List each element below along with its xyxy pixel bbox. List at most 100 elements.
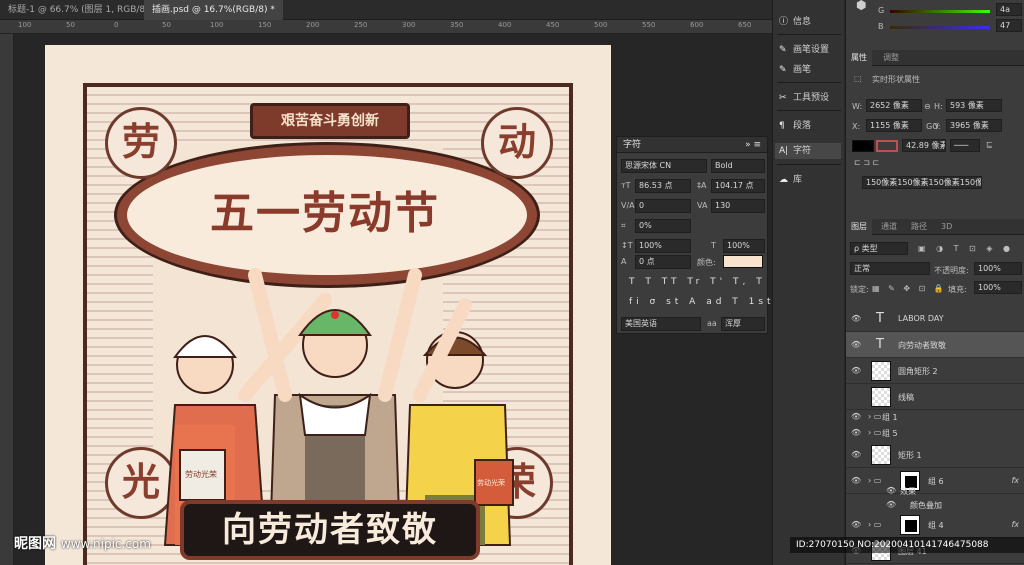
stroke-width-input[interactable]: 42.89 像素 bbox=[902, 139, 946, 152]
tab-paths[interactable]: 路径 bbox=[906, 219, 932, 235]
vertical-scale-input[interactable]: 100% bbox=[635, 239, 691, 253]
paragraph-icon: ¶ bbox=[779, 121, 785, 131]
layer-row[interactable]: 👁 › ▭ 组 1 bbox=[846, 410, 1024, 424]
layer-name: 颜色叠加 bbox=[910, 501, 942, 510]
dock-tool-presets[interactable]: ✂ 工具预设 bbox=[779, 90, 829, 103]
character-icon: A| bbox=[779, 146, 789, 156]
dock-paragraph[interactable]: ¶ 段落 bbox=[779, 118, 811, 131]
layer-row[interactable]: 👁 颜色叠加 bbox=[846, 498, 1024, 512]
eye-icon[interactable]: 👁 bbox=[851, 340, 861, 349]
corner-char-top-right: 动 bbox=[481, 107, 553, 179]
bottom-banner: 向劳动者致敬 bbox=[180, 500, 480, 560]
layer-row[interactable]: 👁 T LABOR DAY bbox=[846, 306, 1024, 332]
y-input[interactable]: 3965 像素 bbox=[946, 119, 1002, 132]
dock-brushes[interactable]: ✎ 画笔 bbox=[779, 62, 811, 75]
eye-icon[interactable]: 👁 bbox=[886, 500, 896, 509]
stroke-type-select[interactable]: ─── bbox=[950, 139, 980, 152]
folder-icon[interactable]: › ▭ bbox=[868, 520, 881, 529]
stroke-align-icon[interactable]: ⊑ bbox=[986, 140, 993, 149]
artwork-canvas[interactable]: 艰苦奋斗勇创新 五一劳动节 劳 动 光 荣 劳动光荣 劳动光荣 向劳动者致敬 bbox=[45, 45, 611, 565]
font-style-select[interactable]: Bold bbox=[711, 159, 765, 173]
folder-icon[interactable]: › ▭ bbox=[868, 412, 881, 421]
tab-layers[interactable]: 图层 bbox=[846, 219, 872, 235]
text-color-swatch[interactable] bbox=[723, 255, 763, 268]
b-value-input[interactable]: 47 bbox=[996, 19, 1022, 32]
tab-adjustments[interactable]: 调整 bbox=[878, 50, 904, 66]
font-family-select[interactable]: 思源宋体 CN bbox=[621, 159, 707, 173]
eye-icon[interactable]: 👁 bbox=[851, 314, 861, 323]
ruler-tick: 500 bbox=[594, 21, 608, 29]
x-label: X: bbox=[852, 122, 861, 131]
leading-input[interactable]: 104.17 点 bbox=[711, 179, 765, 193]
dock-character[interactable]: A| 字符 bbox=[775, 143, 841, 159]
layer-name: 矩形 1 bbox=[898, 451, 922, 460]
ruler-tick: 0 bbox=[114, 21, 119, 29]
link-radius-icon[interactable]: ⊏ ⊐ ⊏ bbox=[854, 158, 879, 167]
text-style-buttons[interactable]: T T TT Tr T' T, T T bbox=[629, 277, 782, 287]
height-input[interactable]: 593 像素 bbox=[946, 99, 1002, 112]
panel-menu-icon[interactable]: » ≡ bbox=[745, 137, 761, 153]
shape-stroke-swatch[interactable] bbox=[876, 140, 898, 152]
lock-label: 锁定: bbox=[850, 285, 869, 294]
layer-row[interactable]: 👁 › ▭ 组 4 fx bbox=[846, 512, 1024, 538]
layer-filter-icons[interactable]: ▣ ◑ T ⊡ ◈ ● bbox=[918, 244, 1014, 253]
ruler-tick: 400 bbox=[498, 21, 512, 29]
eye-icon[interactable]: 👁 bbox=[886, 486, 896, 495]
dock-info[interactable]: ⓘ 信息 bbox=[779, 14, 811, 27]
link-dimensions-icon[interactable]: ⊖ bbox=[924, 102, 931, 111]
dock-libraries[interactable]: ☁ 库 bbox=[779, 172, 802, 185]
eye-icon[interactable]: 👁 bbox=[851, 428, 861, 437]
layer-row[interactable]: 👁 › ▭ 组 5 bbox=[846, 426, 1024, 440]
tab-channels[interactable]: 通道 bbox=[876, 219, 902, 235]
eye-icon[interactable]: 👁 bbox=[851, 520, 861, 529]
font-size-input[interactable]: 86.53 点 bbox=[635, 179, 691, 193]
layer-row[interactable]: 👁 矩形 1 bbox=[846, 442, 1024, 468]
g-slider[interactable] bbox=[890, 10, 990, 13]
opentype-buttons[interactable]: fi σ st A ad T 1st ½ bbox=[629, 297, 794, 307]
layer-filter-select[interactable]: ρ 类型 bbox=[850, 242, 908, 255]
width-label: W: bbox=[852, 102, 863, 111]
shape-fill-swatch[interactable] bbox=[852, 140, 874, 152]
opacity-input[interactable]: 100% bbox=[974, 262, 1022, 275]
fx-icon[interactable]: fx bbox=[1011, 520, 1019, 529]
layer-row[interactable]: 👁 效果 bbox=[846, 484, 1024, 498]
eye-icon[interactable]: 👁 bbox=[851, 412, 861, 421]
info-icon: ⓘ bbox=[779, 17, 789, 27]
tab-document-2[interactable]: 插画.psd @ 16.7%(RGB/8) * bbox=[144, 0, 283, 20]
book-left-label: 劳动光荣 bbox=[185, 469, 217, 479]
eye-icon[interactable]: 👁 bbox=[851, 366, 861, 375]
antialias-select[interactable]: 浑厚 bbox=[721, 317, 765, 331]
language-select[interactable]: 美国英语 bbox=[621, 317, 701, 331]
fill-input[interactable]: 100% bbox=[974, 281, 1022, 294]
dock-brush-settings[interactable]: ✎ 画笔设置 bbox=[779, 42, 829, 55]
folder-icon[interactable]: › ▭ bbox=[868, 428, 881, 437]
tsume-input[interactable]: 0% bbox=[635, 219, 691, 233]
eye-icon[interactable]: 👁 bbox=[851, 450, 861, 459]
ruler-tick: 150 bbox=[258, 21, 272, 29]
tab-3d[interactable]: 3D bbox=[936, 219, 957, 235]
kerning-icon: V/A bbox=[621, 201, 635, 210]
tracking-input[interactable]: 130 bbox=[711, 199, 765, 213]
horizontal-scale-input[interactable]: 100% bbox=[723, 239, 765, 253]
layer-row[interactable]: 👁 T 向劳动者致敬 bbox=[846, 332, 1024, 358]
width-input[interactable]: 2652 像素 bbox=[866, 99, 922, 112]
character-panel[interactable]: 字符 » ≡ 思源宋体 CN Bold ᴛT 86.53 点 ‡A 104.17… bbox=[616, 136, 790, 334]
layer-row[interactable]: 👁 圆角矩形 2 bbox=[846, 358, 1024, 384]
layer-row[interactable]: 线稿 bbox=[846, 384, 1024, 410]
horizontal-ruler: 100 50 0 50 100 150 200 250 300 350 400 450 500 550 60… bbox=[0, 20, 772, 34]
b-slider[interactable] bbox=[890, 26, 990, 29]
tab-properties[interactable]: 属性 bbox=[846, 50, 872, 66]
blend-mode-select[interactable]: 正常 bbox=[850, 262, 930, 275]
lock-icons[interactable]: ▦ ✎ ✥ ⊡ 🔒 bbox=[872, 284, 947, 293]
properties-section-title: 实时形状属性 bbox=[872, 75, 920, 84]
g-value-input[interactable]: 4a bbox=[996, 3, 1022, 16]
x-input[interactable]: 1155 像素 bbox=[866, 119, 922, 132]
color-g-label: G bbox=[878, 6, 885, 15]
font-size-icon: ᴛT bbox=[621, 181, 631, 190]
kerning-input[interactable]: 0 bbox=[635, 199, 691, 213]
baseline-input[interactable]: 0 点 bbox=[635, 255, 691, 269]
corner-radius-inputs[interactable]: 150像素150像素150像素150像素 bbox=[862, 176, 982, 189]
layer-thumbnail bbox=[900, 515, 920, 535]
character-panel-header: 字符 » ≡ bbox=[617, 137, 767, 153]
layer-name: LABOR DAY bbox=[898, 314, 944, 323]
